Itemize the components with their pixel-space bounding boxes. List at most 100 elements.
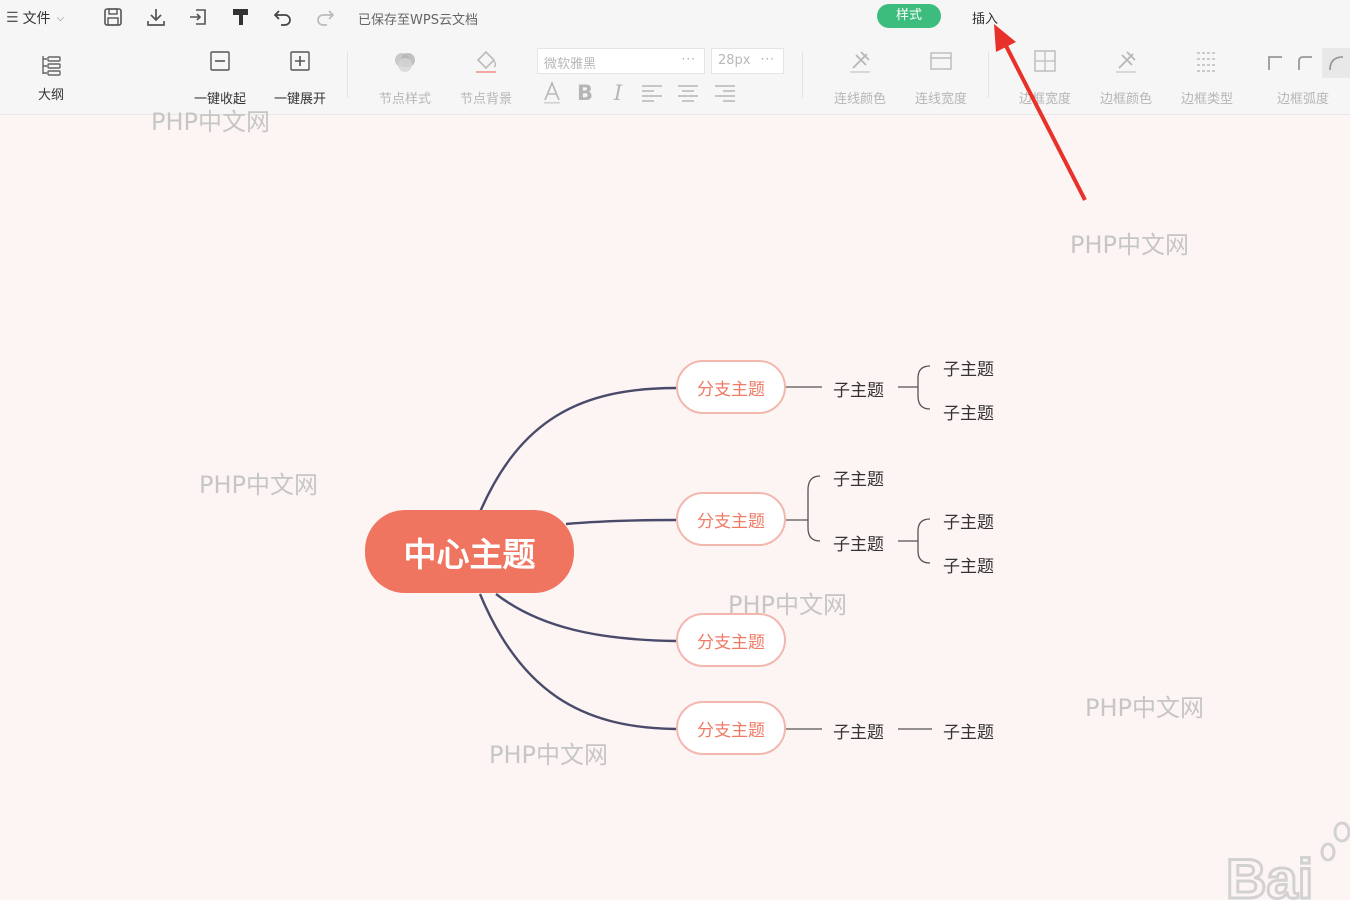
save-status-text: 已保存至WPS云文档 [358,13,478,28]
download-icon [147,9,165,26]
italic-button[interactable]: I [605,80,631,106]
border-color-icon [1111,46,1141,76]
line-color-button[interactable]: 连线颜色 [829,46,891,107]
connector-b1-brace [898,365,931,410]
central-topic[interactable]: 中心主题 [365,510,574,593]
connector-branch-2 [565,518,677,526]
mindmap-connectors [478,24,1087,731]
subtopic[interactable]: 子主题 [833,376,884,401]
border-radius-label: 边框弧度 [1276,92,1329,107]
font-color-button[interactable] [539,80,565,106]
connector-branch-4 [478,593,677,731]
border-type-button[interactable]: 边框类型 [1176,46,1238,107]
font-size-select[interactable]: 28px ··· [711,48,784,74]
redo-icon [317,10,335,26]
border-width-button[interactable]: 边框宽度 [1014,46,1076,107]
font-size-value: 28px [718,53,751,68]
font-family-select[interactable]: 微软雅黑 ··· [537,48,705,74]
collapse-all-label: 一键收起 [193,92,246,107]
line-color-icon [845,46,875,76]
collapse-all-button[interactable]: 一键收起 [190,46,250,107]
subtopic[interactable]: 子主题 [833,530,884,555]
export-icon [190,9,206,25]
align-right-icon [715,85,735,102]
watermark: PHP中文网 [199,471,318,499]
subtopic[interactable]: 子主题 [943,552,994,577]
format-painter-button[interactable] [230,6,252,28]
node-background-button[interactable]: 节点背景 [456,46,516,107]
align-center-button[interactable] [675,80,701,106]
file-menu-label: 文件 [22,11,51,27]
line-width-label: 连线宽度 [914,92,967,107]
font-family-value: 微软雅黑 [544,57,597,72]
subtopic[interactable]: 子主题 [943,508,994,533]
border-type-label: 边框类型 [1180,92,1233,107]
ribbon-divider [802,52,803,98]
ribbon-toolbar: 大纲 一键收起 一键展开 节点样式 节点背景 微软雅黑 ··· 28px ··· [0,34,1350,115]
bold-icon: B [576,81,593,105]
branch-topic-3[interactable]: 分支主题 [676,613,786,667]
border-width-icon [1030,46,1060,76]
line-width-button[interactable]: 连线宽度 [910,46,972,107]
border-color-label: 边框颜色 [1099,92,1152,107]
align-center-icon [678,85,698,102]
watermark: PHP中文网 [489,741,608,769]
download-button[interactable] [145,6,167,28]
ribbon-divider [347,52,348,98]
redo-button[interactable] [314,6,336,28]
more-icon: ··· [681,52,696,66]
font-color-icon [544,81,560,104]
border-color-button[interactable]: 边框颜色 [1095,46,1157,107]
chevron-down-icon: ⌵ [56,12,65,24]
connector-branch-1 [478,386,677,513]
expand-all-button[interactable]: 一键展开 [270,46,330,107]
border-width-label: 边框宽度 [1018,92,1071,107]
node-style-label: 节点样式 [378,92,431,107]
paint-bucket-icon [471,46,501,76]
outline-label: 大纲 [37,88,64,103]
subtopic[interactable]: 子主题 [943,399,994,424]
line-width-icon [926,46,956,76]
export-button[interactable] [187,6,209,28]
subtopic[interactable]: 子主题 [833,465,884,490]
subtopic[interactable]: 子主题 [943,718,994,743]
align-right-button[interactable] [712,80,738,106]
line-color-label: 连线颜色 [833,92,886,107]
outline-icon [36,50,66,80]
border-type-icon [1192,46,1222,76]
tab-style[interactable]: 样式 [877,4,941,28]
connector-b2-brace [786,475,821,542]
format-painter-icon [233,9,248,25]
align-left-icon [642,85,662,102]
file-menu[interactable]: ☰ 文件 ⌵ [6,8,64,28]
italic-icon: I [613,81,623,105]
branch-topic-1[interactable]: 分支主题 [676,360,786,414]
subtopic[interactable]: 子主题 [943,355,994,380]
branch-topic-2[interactable]: 分支主题 [676,492,786,546]
branch-topic-4[interactable]: 分支主题 [676,701,786,755]
node-background-label: 节点背景 [459,92,512,107]
expand-all-label: 一键展开 [273,92,326,107]
save-button[interactable] [102,6,124,28]
bold-button[interactable]: B [572,80,598,106]
watermark: PHP中文网 [1070,231,1189,259]
more-icon: ··· [760,52,775,66]
undo-button[interactable] [272,6,294,28]
undo-icon [273,10,291,26]
connector-branch-3 [495,593,677,643]
save-icon [104,8,122,26]
node-style-icon [390,46,420,76]
baidu-logo-text: Bai [1226,847,1313,900]
collapse-icon [205,46,235,76]
tab-insert[interactable]: 插入 [972,8,998,27]
menu-icon: ☰ [6,10,19,26]
node-style-button[interactable]: 节点样式 [375,46,435,107]
watermark: PHP中文网 [1085,694,1204,722]
outline-button[interactable]: 大纲 [33,50,69,103]
align-left-button[interactable] [639,80,665,106]
title-bar: ☰ 文件 ⌵ 已保存至WPS云文档 样式 插入 [0,0,1350,34]
baidu-logo: Bai [1225,821,1350,900]
border-radius-group: 边框弧度 [1272,46,1334,107]
subtopic[interactable]: 子主题 [833,718,884,743]
ribbon-divider [988,52,989,98]
